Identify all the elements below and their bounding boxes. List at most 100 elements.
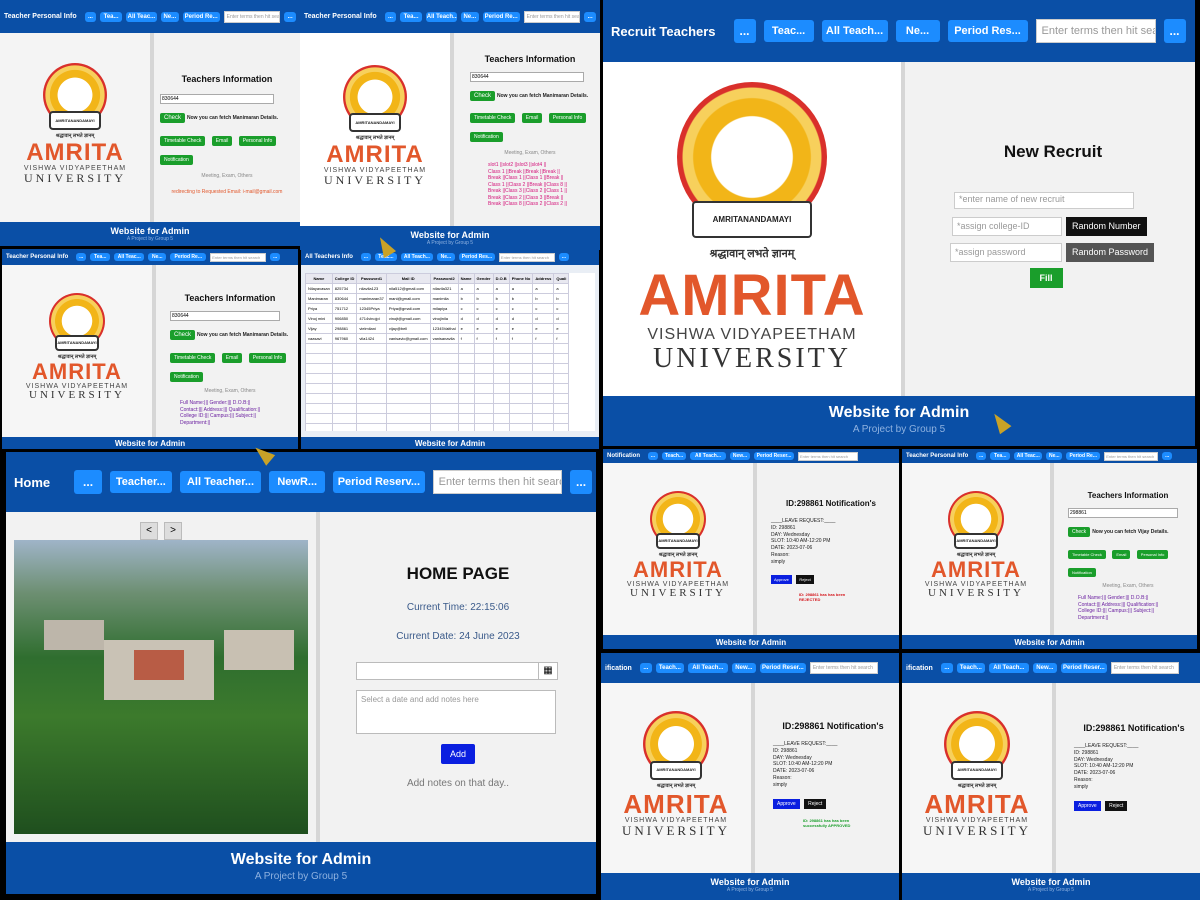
personal-info-button[interactable]: Personal Info — [548, 113, 587, 123]
nav-new-button[interactable]: New... — [1032, 663, 1057, 673]
email-button[interactable]: Email — [1112, 550, 1131, 559]
nav-all-teachers-button[interactable]: All Teac... — [1014, 452, 1043, 460]
search-button[interactable]: ... — [584, 11, 596, 22]
nav-new-button[interactable]: Ne... — [161, 11, 179, 22]
nav-new-button[interactable]: Ne... — [461, 11, 479, 22]
email-button[interactable]: Email — [521, 113, 543, 123]
nav-new-recruit-button[interactable]: NewR... — [269, 471, 326, 493]
nav-more-button[interactable]: ... — [639, 663, 652, 673]
nav-teachers-button[interactable]: Tea... — [90, 253, 111, 261]
nav-teachers-button[interactable]: Teach... — [662, 452, 686, 460]
search-input[interactable]: Enter terms then hit search — [1110, 662, 1179, 674]
nav-new-button[interactable]: Ne... — [148, 253, 167, 261]
college-id-input[interactable]: *assign college-ID — [952, 217, 1062, 236]
password-input[interactable]: *assign password — [950, 243, 1062, 262]
carousel-prev-button[interactable]: < — [140, 522, 158, 540]
search-input[interactable]: Enter terms then hit search — [1104, 451, 1159, 461]
search-button[interactable]: ... — [570, 470, 592, 494]
nav-all-teachers-button[interactable]: All Teac... — [114, 253, 145, 261]
name-input[interactable]: *enter name of new recruit — [954, 192, 1134, 209]
notification-button[interactable]: Notification — [1068, 568, 1096, 577]
carousel-next-button[interactable]: > — [164, 522, 182, 540]
nav-all-teachers-button[interactable]: All Teach... — [690, 452, 726, 460]
nav-period-button[interactable]: Period Re... — [182, 11, 220, 22]
college-id-input[interactable]: 830644 — [160, 94, 274, 104]
reject-button[interactable]: Reject — [796, 575, 814, 585]
date-picker[interactable]: ▦ — [356, 662, 558, 680]
personal-info-button[interactable]: Personal Info — [238, 136, 277, 146]
nav-all-teachers-button[interactable]: All Teacher... — [179, 471, 262, 493]
calendar-icon[interactable]: ▦ — [538, 663, 557, 679]
notification-button[interactable]: Notification — [170, 372, 203, 382]
college-id-input[interactable]: 298861 — [1068, 508, 1178, 518]
notes-textarea[interactable]: Select a date and add notes here — [356, 690, 556, 734]
check-button[interactable]: Check — [170, 330, 196, 340]
nav-more-button[interactable]: ... — [648, 452, 658, 460]
search-input[interactable]: Enter terms then hit search — [498, 252, 555, 262]
nav-teachers-button[interactable]: Tea... — [100, 11, 122, 22]
check-button[interactable]: Check — [1068, 527, 1091, 537]
nav-new-button[interactable]: Ne... — [895, 20, 940, 42]
nav-teachers-button[interactable]: Teac... — [763, 20, 814, 42]
random-password-button[interactable]: Random Password — [1066, 243, 1155, 262]
search-input[interactable]: Enter terms then hit search — [1035, 19, 1156, 43]
nav-teachers-button[interactable]: Teacher... — [109, 471, 172, 493]
search-input[interactable]: Enter terms then hit search — [432, 470, 563, 494]
timetable-button[interactable]: Timetable Check — [1068, 550, 1106, 559]
nav-period-button[interactable]: Period Re... — [170, 253, 207, 261]
approve-button[interactable]: Approve — [773, 799, 800, 810]
nav-new-button[interactable]: Ne... — [1046, 452, 1063, 460]
nav-more-button[interactable]: ... — [940, 663, 953, 673]
nav-all-teachers-button[interactable]: All Teach... — [988, 663, 1029, 673]
nav-new-button[interactable]: Ne... — [436, 253, 455, 261]
timetable-button[interactable]: Timetable Check — [170, 353, 216, 363]
approve-button[interactable]: Approve — [771, 575, 792, 585]
search-input[interactable]: Enter terms then hit search — [523, 10, 581, 23]
college-id-input[interactable]: 830644 — [170, 311, 280, 321]
nav-all-teachers-button[interactable]: All Teach... — [821, 20, 888, 42]
approve-button[interactable]: Approve — [1074, 801, 1101, 812]
search-input[interactable]: Enter terms then hit search — [798, 451, 858, 461]
nav-all-teachers-button[interactable]: All Teac... — [125, 11, 158, 22]
nav-period-button[interactable]: Period Reser... — [1060, 663, 1107, 673]
search-input[interactable]: Enter terms then hit search — [809, 662, 878, 674]
check-button[interactable]: Check — [160, 113, 186, 123]
nav-period-button[interactable]: Period Reser... — [754, 452, 794, 460]
timetable-button[interactable]: Timetable Check — [160, 136, 206, 146]
nav-teachers-button[interactable]: Teach... — [655, 663, 684, 673]
nav-period-button[interactable]: Period Re... — [1066, 452, 1101, 460]
search-button[interactable]: ... — [558, 253, 569, 261]
email-button[interactable]: Email — [221, 353, 243, 363]
reject-button[interactable]: Reject — [1105, 801, 1128, 812]
college-id-input[interactable]: 830644 — [470, 72, 584, 82]
random-number-button[interactable]: Random Number — [1066, 217, 1147, 236]
nav-period-button[interactable]: Period Reserv... — [333, 471, 425, 493]
timetable-button[interactable]: Timetable Check — [470, 113, 516, 123]
nav-new-button[interactable]: New... — [730, 452, 750, 460]
search-button[interactable]: ... — [284, 11, 296, 22]
nav-more-button[interactable]: ... — [360, 253, 371, 261]
nav-more-button[interactable]: ... — [84, 11, 97, 22]
nav-all-teachers-button[interactable]: All Teach... — [400, 253, 433, 261]
search-button[interactable]: ... — [1163, 19, 1186, 43]
nav-teachers-button[interactable]: Teach... — [956, 663, 985, 673]
search-button[interactable]: ... — [270, 253, 281, 261]
notification-button[interactable]: Notification — [160, 155, 193, 165]
email-button[interactable]: Email — [211, 136, 233, 146]
nav-all-teachers-button[interactable]: All Teach... — [687, 663, 728, 673]
check-button[interactable]: Check — [470, 91, 496, 101]
nav-more-button[interactable]: ... — [76, 253, 87, 261]
personal-info-button[interactable]: Personal Info — [1136, 550, 1169, 559]
nav-more-button[interactable]: ... — [733, 19, 756, 43]
personal-info-button[interactable]: Personal Info — [248, 353, 287, 363]
nav-more-button[interactable]: ... — [384, 11, 397, 22]
nav-period-button[interactable]: Period Re... — [482, 11, 520, 22]
search-input[interactable]: Enter terms then hit search — [210, 252, 267, 262]
nav-more-button[interactable]: ... — [976, 452, 987, 460]
nav-period-button[interactable]: Period Res... — [947, 20, 1028, 42]
nav-teachers-button[interactable]: Tea... — [990, 452, 1011, 460]
reject-button[interactable]: Reject — [804, 799, 827, 810]
nav-more-button[interactable]: ... — [74, 470, 102, 494]
nav-teachers-button[interactable]: Tea... — [400, 11, 422, 22]
search-button[interactable]: ... — [1162, 452, 1173, 460]
